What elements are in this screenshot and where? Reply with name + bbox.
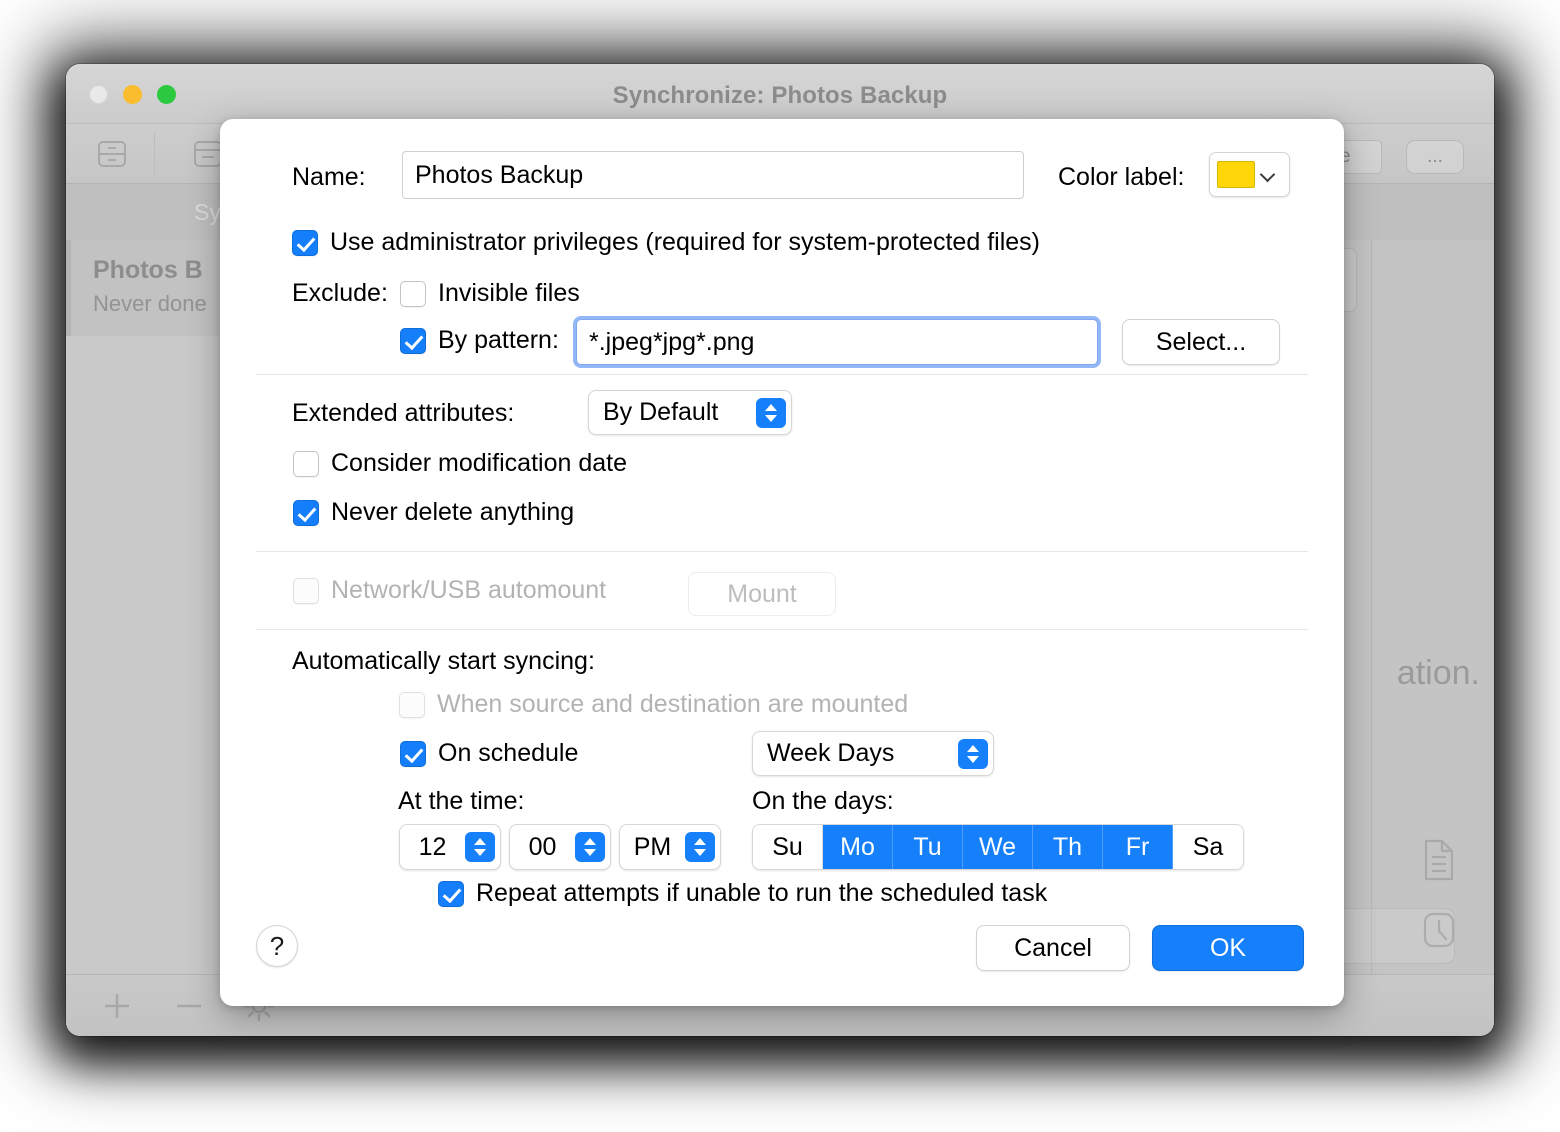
meridiem-stepper[interactable]: PM — [619, 824, 721, 870]
minute-stepper[interactable]: 00 — [509, 824, 611, 870]
extended-attributes-select[interactable]: By Default — [588, 390, 792, 435]
stepper-icon[interactable] — [756, 397, 786, 428]
day-segment-th[interactable]: Th — [1033, 825, 1103, 869]
meridiem-value: PM — [633, 832, 672, 861]
day-of-week-segmented-control[interactable]: Su Mo Tu We Th Fr Sa — [752, 824, 1244, 870]
drawer-icon[interactable] — [92, 138, 132, 170]
pane-divider-right — [1371, 240, 1372, 974]
consider-modification-date-checkbox[interactable] — [293, 451, 319, 477]
minus-icon[interactable] — [170, 987, 208, 1025]
hour-stepper[interactable]: 12 — [399, 824, 501, 870]
never-delete-anything-label: Never delete anything — [331, 498, 575, 526]
minute-value: 00 — [528, 832, 557, 861]
plus-icon[interactable] — [98, 987, 136, 1025]
hour-value: 12 — [418, 832, 447, 861]
schedule-frequency-select[interactable]: Week Days — [752, 731, 994, 776]
schedule-frequency-value: Week Days — [767, 739, 895, 767]
window-titlebar: Synchronize: Photos Backup — [66, 64, 1494, 124]
day-segment-tu[interactable]: Tu — [893, 825, 963, 869]
section-divider-3 — [256, 629, 1308, 630]
section-divider-1 — [256, 374, 1308, 375]
on-the-days-label: On the days: — [752, 787, 894, 815]
name-label: Name: — [292, 163, 366, 191]
exclude-invisible-files-checkbox[interactable] — [400, 281, 426, 307]
network-usb-automount-label: Network/USB automount — [331, 576, 607, 604]
on-schedule-checkbox[interactable] — [400, 741, 426, 767]
day-segment-mo[interactable]: Mo — [823, 825, 893, 869]
consider-modification-date-label: Consider modification date — [331, 449, 627, 477]
exclude-pattern-input[interactable] — [576, 319, 1098, 365]
window-title: Synchronize: Photos Backup — [612, 82, 948, 109]
desktop-background: Synchronize: Photos Backup ...oniz — [0, 0, 1560, 1132]
repeat-attempts-checkbox[interactable] — [438, 881, 464, 907]
ok-button[interactable]: OK — [1152, 925, 1304, 971]
use-administrator-privileges-label: Use administrator privileges (required f… — [330, 228, 1040, 256]
color-label-well[interactable] — [1209, 152, 1290, 197]
stepper-icon[interactable] — [575, 832, 605, 862]
mount-button: Mount — [688, 572, 836, 616]
exclude-label: Exclude: — [292, 279, 388, 307]
more-options-button[interactable]: ... — [1406, 140, 1464, 174]
color-swatch — [1217, 161, 1255, 188]
exclude-by-pattern-label: By pattern: — [438, 326, 559, 354]
name-input[interactable] — [402, 151, 1024, 199]
cancel-button[interactable]: Cancel — [976, 925, 1130, 971]
repeat-attempts-label: Repeat attempts if unable to run the sch… — [476, 879, 1048, 907]
when-mounted-label: When source and destination are mounted — [437, 690, 909, 718]
never-delete-anything-checkbox[interactable] — [293, 500, 319, 526]
exclude-invisible-files-label: Invisible files — [438, 279, 580, 307]
stepper-icon[interactable] — [465, 832, 495, 862]
auto-start-heading: Automatically start syncing: — [292, 647, 595, 675]
color-label-label: Color label: — [1058, 163, 1185, 191]
day-segment-fr[interactable]: Fr — [1103, 825, 1173, 869]
section-divider-2 — [256, 551, 1308, 552]
at-the-time-label: At the time: — [398, 787, 525, 815]
network-usb-automount-checkbox — [293, 578, 319, 604]
day-segment-su[interactable]: Su — [753, 825, 823, 869]
extended-attributes-value: By Default — [603, 398, 719, 426]
day-segment-we[interactable]: We — [963, 825, 1033, 869]
use-administrator-privileges-checkbox[interactable] — [292, 230, 318, 256]
stepper-icon[interactable] — [685, 832, 715, 862]
clock-icon[interactable] — [1420, 908, 1458, 952]
day-segment-sa[interactable]: Sa — [1173, 825, 1243, 869]
exclude-by-pattern-checkbox[interactable] — [400, 328, 426, 354]
toolbar-divider — [154, 132, 155, 176]
help-button[interactable]: ? — [256, 925, 298, 967]
select-pattern-button[interactable]: Select... — [1122, 319, 1280, 365]
on-schedule-label: On schedule — [438, 739, 579, 767]
chevron-down-icon — [1259, 166, 1277, 184]
stepper-icon[interactable] — [958, 738, 988, 769]
extended-attributes-label: Extended attributes: — [292, 399, 515, 427]
detail-text-fragment: ation. — [1396, 654, 1480, 692]
document-icon[interactable] — [1420, 838, 1458, 882]
when-mounted-checkbox — [399, 692, 425, 718]
synchronize-settings-dialog: Name: Color label: Use administrator pri… — [220, 119, 1344, 1006]
